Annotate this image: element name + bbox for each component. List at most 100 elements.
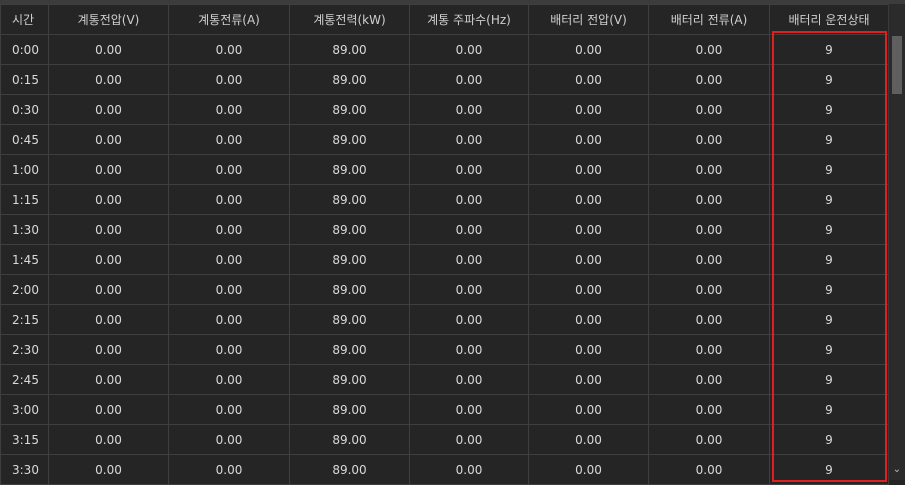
cell-grid-voltage[interactable]: 0.00	[48, 394, 169, 425]
cell-grid-power[interactable]: 89.00	[289, 454, 410, 485]
cell-time[interactable]: 2:30	[0, 334, 49, 365]
cell-battery-current[interactable]: 0.00	[648, 64, 770, 95]
cell-time[interactable]: 0:15	[0, 64, 49, 95]
cell-grid-frequency[interactable]: 0.00	[409, 214, 529, 245]
cell-grid-frequency[interactable]: 0.00	[409, 184, 529, 215]
table-row[interactable]: 2:45 0.00 0.00 89.00 0.00 0.00 0.00 9	[0, 364, 889, 395]
cell-time[interactable]: 1:15	[0, 184, 49, 215]
cell-grid-frequency[interactable]: 0.00	[409, 304, 529, 335]
cell-grid-power[interactable]: 89.00	[289, 214, 410, 245]
cell-battery-voltage[interactable]: 0.00	[528, 184, 649, 215]
cell-grid-power[interactable]: 89.00	[289, 184, 410, 215]
cell-grid-current[interactable]: 0.00	[168, 304, 290, 335]
table-row[interactable]: 1:45 0.00 0.00 89.00 0.00 0.00 0.00 9	[0, 244, 889, 275]
cell-grid-power[interactable]: 89.00	[289, 64, 410, 95]
cell-time[interactable]: 0:30	[0, 94, 49, 125]
column-header-battery-current[interactable]: 배터리 전류(A)	[648, 4, 770, 35]
cell-grid-current[interactable]: 0.00	[168, 394, 290, 425]
cell-battery-status[interactable]: 9	[769, 244, 889, 275]
table-row[interactable]: 3:00 0.00 0.00 89.00 0.00 0.00 0.00 9	[0, 394, 889, 425]
cell-battery-voltage[interactable]: 0.00	[528, 304, 649, 335]
vertical-scrollbar[interactable]: ⌄	[888, 4, 905, 480]
cell-time[interactable]: 2:00	[0, 274, 49, 305]
cell-battery-status[interactable]: 9	[769, 424, 889, 455]
cell-grid-power[interactable]: 89.00	[289, 274, 410, 305]
cell-grid-current[interactable]: 0.00	[168, 274, 290, 305]
column-header-grid-power[interactable]: 계통전력(kW)	[289, 4, 410, 35]
cell-time[interactable]: 1:00	[0, 154, 49, 185]
cell-grid-power[interactable]: 89.00	[289, 154, 410, 185]
cell-battery-voltage[interactable]: 0.00	[528, 34, 649, 65]
cell-battery-current[interactable]: 0.00	[648, 154, 770, 185]
cell-time[interactable]: 3:15	[0, 424, 49, 455]
cell-battery-current[interactable]: 0.00	[648, 424, 770, 455]
cell-grid-current[interactable]: 0.00	[168, 154, 290, 185]
cell-grid-voltage[interactable]: 0.00	[48, 304, 169, 335]
cell-battery-current[interactable]: 0.00	[648, 454, 770, 485]
cell-battery-status[interactable]: 9	[769, 304, 889, 335]
cell-grid-power[interactable]: 89.00	[289, 424, 410, 455]
cell-battery-current[interactable]: 0.00	[648, 334, 770, 365]
cell-grid-current[interactable]: 0.00	[168, 214, 290, 245]
cell-battery-voltage[interactable]: 0.00	[528, 274, 649, 305]
cell-grid-power[interactable]: 89.00	[289, 244, 410, 275]
table-row[interactable]: 2:15 0.00 0.00 89.00 0.00 0.00 0.00 9	[0, 304, 889, 335]
table-row[interactable]: 1:00 0.00 0.00 89.00 0.00 0.00 0.00 9	[0, 154, 889, 185]
cell-time[interactable]: 0:00	[0, 34, 49, 65]
cell-battery-current[interactable]: 0.00	[648, 34, 770, 65]
table-row[interactable]: 3:30 0.00 0.00 89.00 0.00 0.00 0.00 9	[0, 454, 889, 485]
cell-grid-frequency[interactable]: 0.00	[409, 244, 529, 275]
cell-battery-voltage[interactable]: 0.00	[528, 454, 649, 485]
cell-grid-voltage[interactable]: 0.00	[48, 364, 169, 395]
cell-grid-power[interactable]: 89.00	[289, 394, 410, 425]
cell-grid-voltage[interactable]: 0.00	[48, 244, 169, 275]
table-row[interactable]: 0:30 0.00 0.00 89.00 0.00 0.00 0.00 9	[0, 94, 889, 125]
cell-battery-current[interactable]: 0.00	[648, 304, 770, 335]
cell-battery-voltage[interactable]: 0.00	[528, 364, 649, 395]
cell-grid-frequency[interactable]: 0.00	[409, 124, 529, 155]
cell-grid-power[interactable]: 89.00	[289, 124, 410, 155]
cell-grid-frequency[interactable]: 0.00	[409, 94, 529, 125]
table-row[interactable]: 1:30 0.00 0.00 89.00 0.00 0.00 0.00 9	[0, 214, 889, 245]
cell-battery-current[interactable]: 0.00	[648, 184, 770, 215]
cell-time[interactable]: 1:30	[0, 214, 49, 245]
cell-grid-current[interactable]: 0.00	[168, 454, 290, 485]
cell-battery-status[interactable]: 9	[769, 124, 889, 155]
cell-battery-status[interactable]: 9	[769, 364, 889, 395]
table-row[interactable]: 2:30 0.00 0.00 89.00 0.00 0.00 0.00 9	[0, 334, 889, 365]
cell-battery-voltage[interactable]: 0.00	[528, 124, 649, 155]
cell-grid-voltage[interactable]: 0.00	[48, 184, 169, 215]
cell-grid-voltage[interactable]: 0.00	[48, 124, 169, 155]
scrollbar-thumb[interactable]	[892, 36, 902, 94]
cell-battery-status[interactable]: 9	[769, 274, 889, 305]
table-row[interactable]: 0:45 0.00 0.00 89.00 0.00 0.00 0.00 9	[0, 124, 889, 155]
cell-battery-current[interactable]: 0.00	[648, 274, 770, 305]
cell-battery-voltage[interactable]: 0.00	[528, 424, 649, 455]
cell-grid-frequency[interactable]: 0.00	[409, 34, 529, 65]
cell-battery-status[interactable]: 9	[769, 154, 889, 185]
cell-grid-current[interactable]: 0.00	[168, 184, 290, 215]
cell-battery-status[interactable]: 9	[769, 334, 889, 365]
cell-grid-current[interactable]: 0.00	[168, 424, 290, 455]
column-header-battery-voltage[interactable]: 배터리 전압(V)	[528, 4, 649, 35]
cell-battery-current[interactable]: 0.00	[648, 94, 770, 125]
cell-grid-frequency[interactable]: 0.00	[409, 334, 529, 365]
cell-grid-frequency[interactable]: 0.00	[409, 454, 529, 485]
cell-time[interactable]: 3:30	[0, 454, 49, 485]
scroll-down-arrow-icon[interactable]: ⌄	[889, 463, 905, 477]
cell-battery-status[interactable]: 9	[769, 64, 889, 95]
cell-time[interactable]: 2:45	[0, 364, 49, 395]
table-row[interactable]: 0:15 0.00 0.00 89.00 0.00 0.00 0.00 9	[0, 64, 889, 95]
cell-battery-current[interactable]: 0.00	[648, 214, 770, 245]
cell-battery-voltage[interactable]: 0.00	[528, 334, 649, 365]
cell-grid-voltage[interactable]: 0.00	[48, 94, 169, 125]
cell-battery-status[interactable]: 9	[769, 34, 889, 65]
cell-grid-current[interactable]: 0.00	[168, 34, 290, 65]
cell-battery-voltage[interactable]: 0.00	[528, 94, 649, 125]
cell-grid-power[interactable]: 89.00	[289, 94, 410, 125]
cell-grid-voltage[interactable]: 0.00	[48, 274, 169, 305]
cell-time[interactable]: 0:45	[0, 124, 49, 155]
table-row[interactable]: 0:00 0.00 0.00 89.00 0.00 0.00 0.00 9	[0, 34, 889, 65]
cell-grid-power[interactable]: 89.00	[289, 34, 410, 65]
cell-grid-frequency[interactable]: 0.00	[409, 64, 529, 95]
